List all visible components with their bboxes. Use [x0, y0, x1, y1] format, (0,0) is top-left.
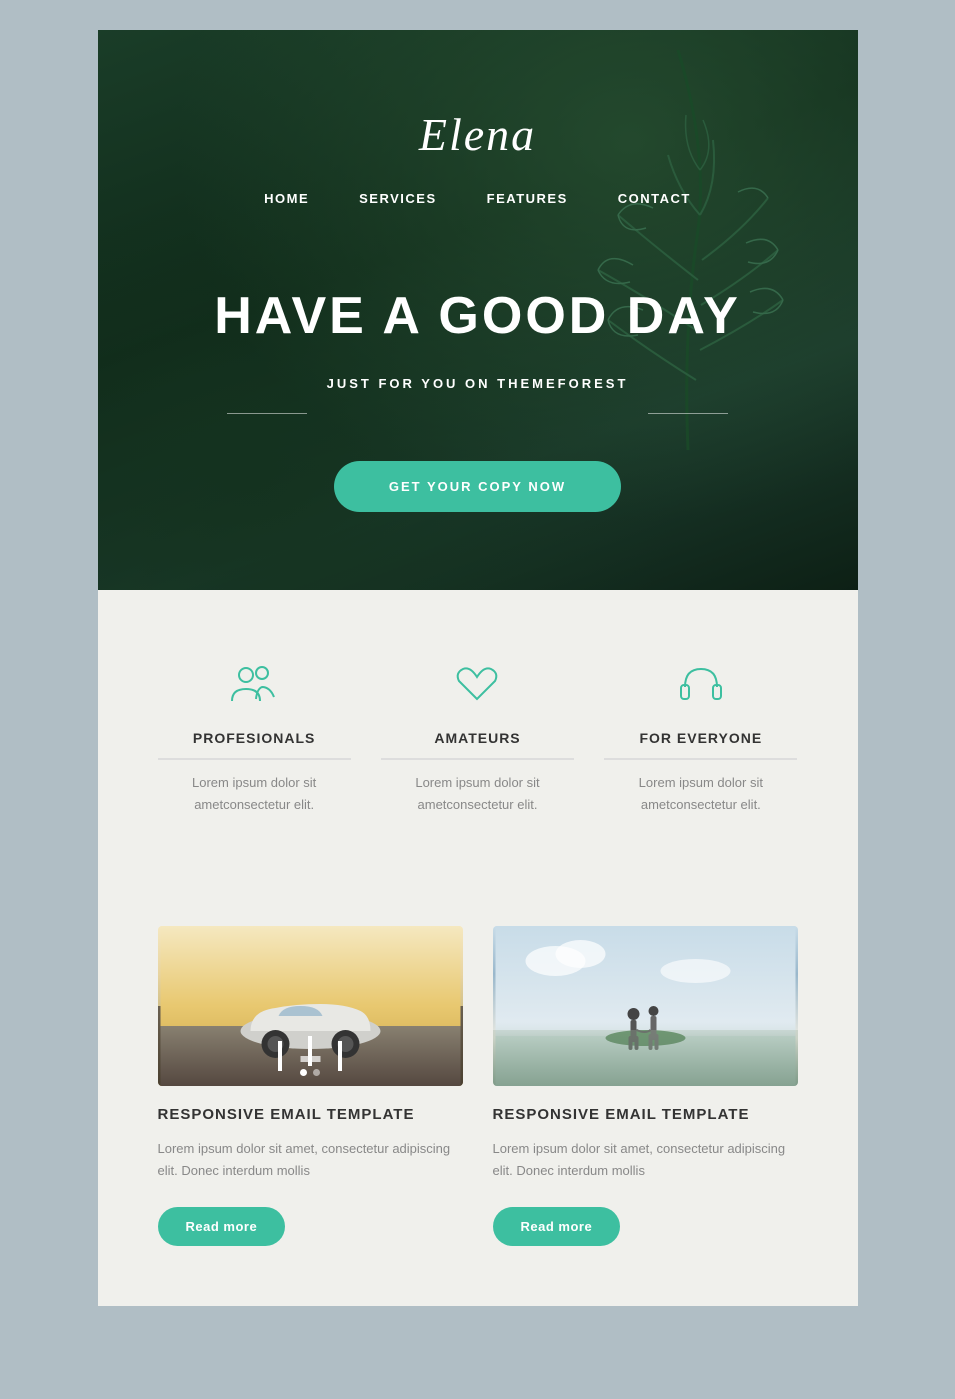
page-wrapper: Elena HOME SERVICES FEATURES CONTACT HAV…: [98, 30, 858, 1306]
site-logo: Elena: [98, 108, 858, 161]
hero-subtitle: JUST FOR YOU ON THEMEFOREST: [327, 376, 629, 391]
hero-section: Elena HOME SERVICES FEATURES CONTACT HAV…: [98, 30, 858, 590]
card-2-read-more[interactable]: Read more: [493, 1207, 621, 1246]
dot-1[interactable]: [300, 1069, 307, 1076]
cards-grid: RESPONSIVE EMAIL TEMPLATE Lorem ipsum do…: [158, 926, 798, 1246]
nav-home[interactable]: HOME: [264, 191, 309, 206]
feature-professionals: PROFESIONALS Lorem ipsum dolor sit ametc…: [158, 660, 351, 816]
card-1-title: RESPONSIVE EMAIL TEMPLATE: [158, 1106, 463, 1123]
feature-amateurs-title: AMATEURS: [381, 730, 574, 760]
carousel-dots: [300, 1069, 320, 1076]
cta-button[interactable]: GET YOUR COPY NOW: [334, 461, 621, 512]
nav-contact[interactable]: CONTACT: [618, 191, 691, 206]
card-2-image: [493, 926, 798, 1086]
nav-services[interactable]: SERVICES: [359, 191, 437, 206]
nav-features[interactable]: FEATURES: [487, 191, 568, 206]
feature-amateurs-desc: Lorem ipsum dolor sit ametconsectetur el…: [381, 772, 574, 816]
feature-everyone-title: FOR EVERYONE: [604, 730, 797, 760]
card-1-image: [158, 926, 463, 1086]
card-1-desc: Lorem ipsum dolor sit amet, consectetur …: [158, 1138, 463, 1182]
features-grid: PROFESIONALS Lorem ipsum dolor sit ametc…: [158, 660, 798, 816]
feature-amateurs: AMATEURS Lorem ipsum dolor sit ametconse…: [381, 660, 574, 816]
users-icon: [224, 660, 284, 710]
dot-2[interactable]: [313, 1069, 320, 1076]
hero-divider: JUST FOR YOU ON THEMEFOREST: [98, 376, 858, 451]
card-2-title: RESPONSIVE EMAIL TEMPLATE: [493, 1106, 798, 1123]
hero-title: HAVE A GOOD DAY: [98, 286, 858, 346]
features-section: PROFESIONALS Lorem ipsum dolor sit ametc…: [98, 590, 858, 886]
cards-section: RESPONSIVE EMAIL TEMPLATE Lorem ipsum do…: [98, 886, 858, 1306]
card-2-desc: Lorem ipsum dolor sit amet, consectetur …: [493, 1138, 798, 1182]
feature-everyone-desc: Lorem ipsum dolor sit ametconsectetur el…: [604, 772, 797, 816]
heart-icon: [447, 660, 507, 710]
card-2: RESPONSIVE EMAIL TEMPLATE Lorem ipsum do…: [493, 926, 798, 1246]
card-1-read-more[interactable]: Read more: [158, 1207, 286, 1246]
headphones-icon: [671, 660, 731, 710]
feature-professionals-title: PROFESIONALS: [158, 730, 351, 760]
hero-content: Elena HOME SERVICES FEATURES CONTACT HAV…: [98, 108, 858, 512]
card-1: RESPONSIVE EMAIL TEMPLATE Lorem ipsum do…: [158, 926, 463, 1246]
feature-professionals-desc: Lorem ipsum dolor sit ametconsectetur el…: [158, 772, 351, 816]
main-nav: HOME SERVICES FEATURES CONTACT: [98, 191, 858, 206]
feature-everyone: FOR EVERYONE Lorem ipsum dolor sit ametc…: [604, 660, 797, 816]
